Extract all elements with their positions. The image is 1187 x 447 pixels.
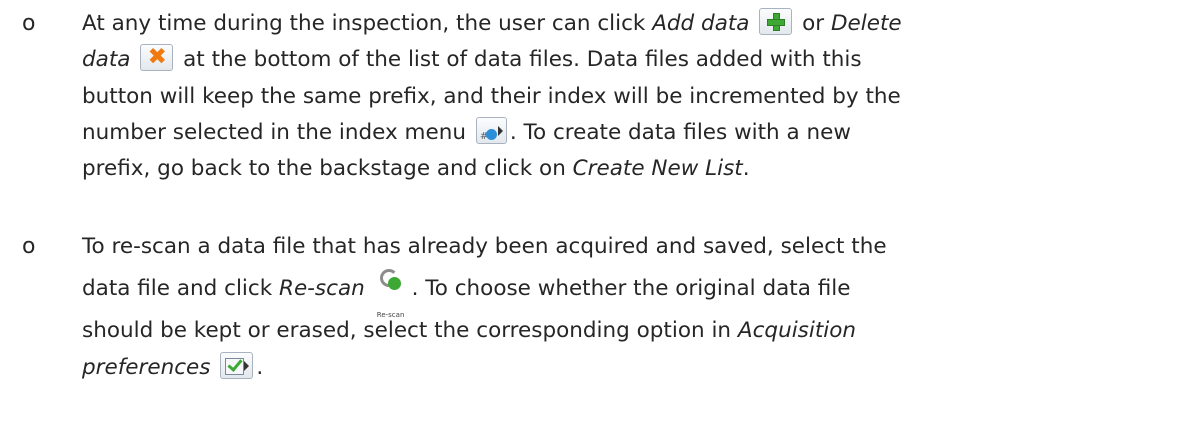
text-line: data ✖ at the bottom of the list of data…	[82, 42, 1165, 78]
text-run: .	[742, 156, 750, 182]
text-run: . To create data files with a new	[509, 119, 851, 145]
document-page: o At any time during the inspection, the…	[0, 0, 1187, 447]
acquisition-term: Acquisition	[737, 318, 857, 344]
text-run: should be kept or erased, select the cor…	[82, 318, 738, 344]
text-line: number selected in the index menu #. To …	[82, 115, 1165, 151]
text-line: prefix, go back to the backstage and cli…	[82, 151, 1165, 187]
text-line: To re-scan a data file that has already …	[82, 234, 887, 259]
delete-term: Delete	[830, 11, 902, 36]
bullet-paragraph: At any time during the inspection, the u…	[82, 6, 1165, 187]
text-run: or	[802, 11, 831, 36]
bullet-marker: o	[22, 11, 36, 36]
add-data-plus-icon	[759, 8, 793, 35]
bullet-marker: o	[22, 234, 36, 259]
add-data-term: Add data	[652, 11, 750, 36]
bullet-paragraph: To re-scan a data file that has already …	[82, 229, 1165, 386]
text-run: data file and click	[82, 276, 279, 302]
text-run: number selected in the index menu	[82, 119, 466, 145]
text-run: .	[256, 354, 264, 380]
data-term: data	[82, 47, 131, 73]
text-run: At any time during the inspection, the u…	[82, 11, 653, 36]
index-menu-icon: #	[475, 116, 507, 144]
create-new-list-term: Create New List	[572, 156, 743, 182]
acquisition-preferences-icon	[220, 351, 254, 379]
rescan-term: Re-scan	[279, 276, 365, 302]
rescan-icon: Re-scan	[374, 269, 408, 319]
text-line: preferences .	[82, 350, 1165, 386]
text-run: at the bottom of the list of data files.…	[183, 47, 862, 73]
text-line: should be kept or erased, select the cor…	[82, 313, 1165, 349]
text-line: At any time during the inspection, the u…	[82, 6, 1165, 42]
delete-data-x-icon: ✖	[140, 44, 174, 72]
text-run: . To choose whether the original data fi…	[411, 276, 851, 302]
rescan-icon-label: Re-scan	[376, 311, 405, 320]
text-line: button will keep the same prefix, and th…	[82, 83, 901, 109]
text-run: prefix, go back to the backstage and cli…	[82, 156, 573, 182]
preferences-term: preferences	[82, 354, 211, 380]
text-line: data file and click Re-scan Re-scan . To …	[82, 265, 1165, 319]
